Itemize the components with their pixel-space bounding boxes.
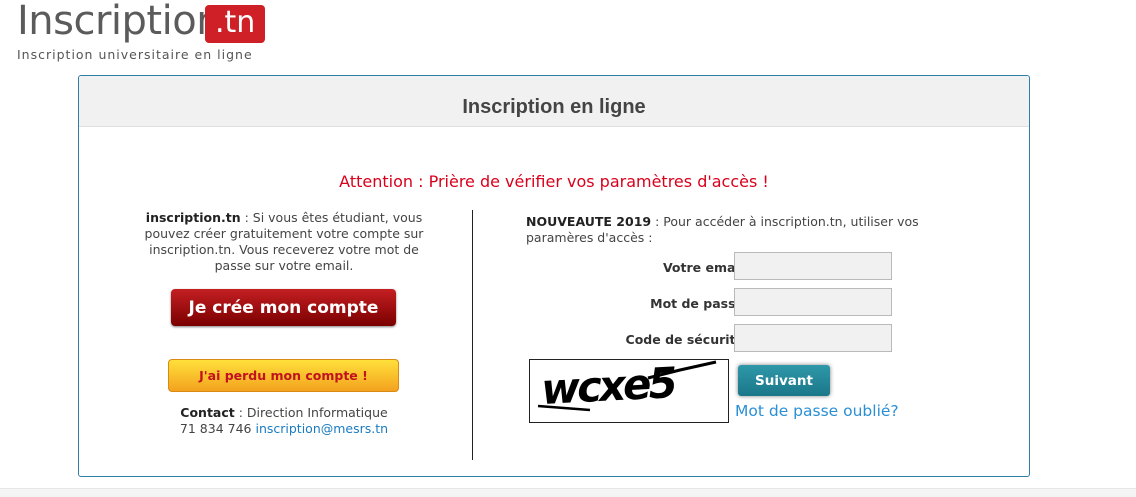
password-row: Mot de passe (526, 288, 906, 320)
contact-label: Contact (180, 405, 235, 420)
password-label: Mot de passe (650, 296, 744, 311)
create-account-button[interactable]: Je crée mon compte (171, 289, 396, 326)
signup-intro-site: inscription.tn (145, 210, 241, 225)
email-field[interactable] (734, 252, 892, 280)
column-divider (472, 210, 473, 460)
panel-header: Inscription en ligne (79, 76, 1029, 127)
contact-phone: 71 834 746 (179, 421, 256, 436)
password-field[interactable] (734, 288, 892, 316)
login-intro: NOUVEAUTE 2019 : Pour accéder à inscript… (526, 214, 946, 246)
contact-email-link[interactable]: inscription@mesrs.tn (255, 421, 388, 436)
logo-wordmark: Inscription (17, 0, 222, 44)
email-label: Votre email (662, 260, 744, 275)
forgot-password-link[interactable]: Mot de passe oublié? (735, 402, 899, 420)
login-panel: Inscription en ligne Attention : Prière … (78, 75, 1030, 477)
security-code-row: Code de sécurité (526, 324, 906, 356)
attention-message: Attention : Prière de vérifier vos param… (339, 172, 769, 191)
contact-info: Contact : Direction Informatique 71 834 … (139, 405, 429, 437)
contact-department: : Direction Informatique (234, 405, 388, 420)
logo-tld-badge: .tn (205, 5, 266, 43)
security-code-field[interactable] (734, 324, 892, 352)
captcha-graphic: wcxe5 (537, 360, 717, 414)
captcha-image: wcxe5 (529, 359, 729, 423)
panel-title: Inscription en ligne (462, 96, 646, 118)
logo-tagline: Inscription universitaire en ligne (17, 47, 253, 62)
security-code-label: Code de sécurité (625, 332, 744, 347)
login-intro-news: NOUVEAUTE 2019 (526, 214, 652, 229)
lost-account-button[interactable]: J'ai perdu mon compte ! (168, 359, 399, 392)
captcha-text: wcxe5 (540, 360, 678, 414)
email-row: Votre email (526, 252, 906, 284)
signup-intro: inscription.tn : Si vous êtes étudiant, … (139, 210, 429, 274)
submit-button[interactable]: Suivant (738, 365, 830, 396)
site-logo[interactable]: Inscription .tn Inscription universitair… (17, 0, 287, 62)
